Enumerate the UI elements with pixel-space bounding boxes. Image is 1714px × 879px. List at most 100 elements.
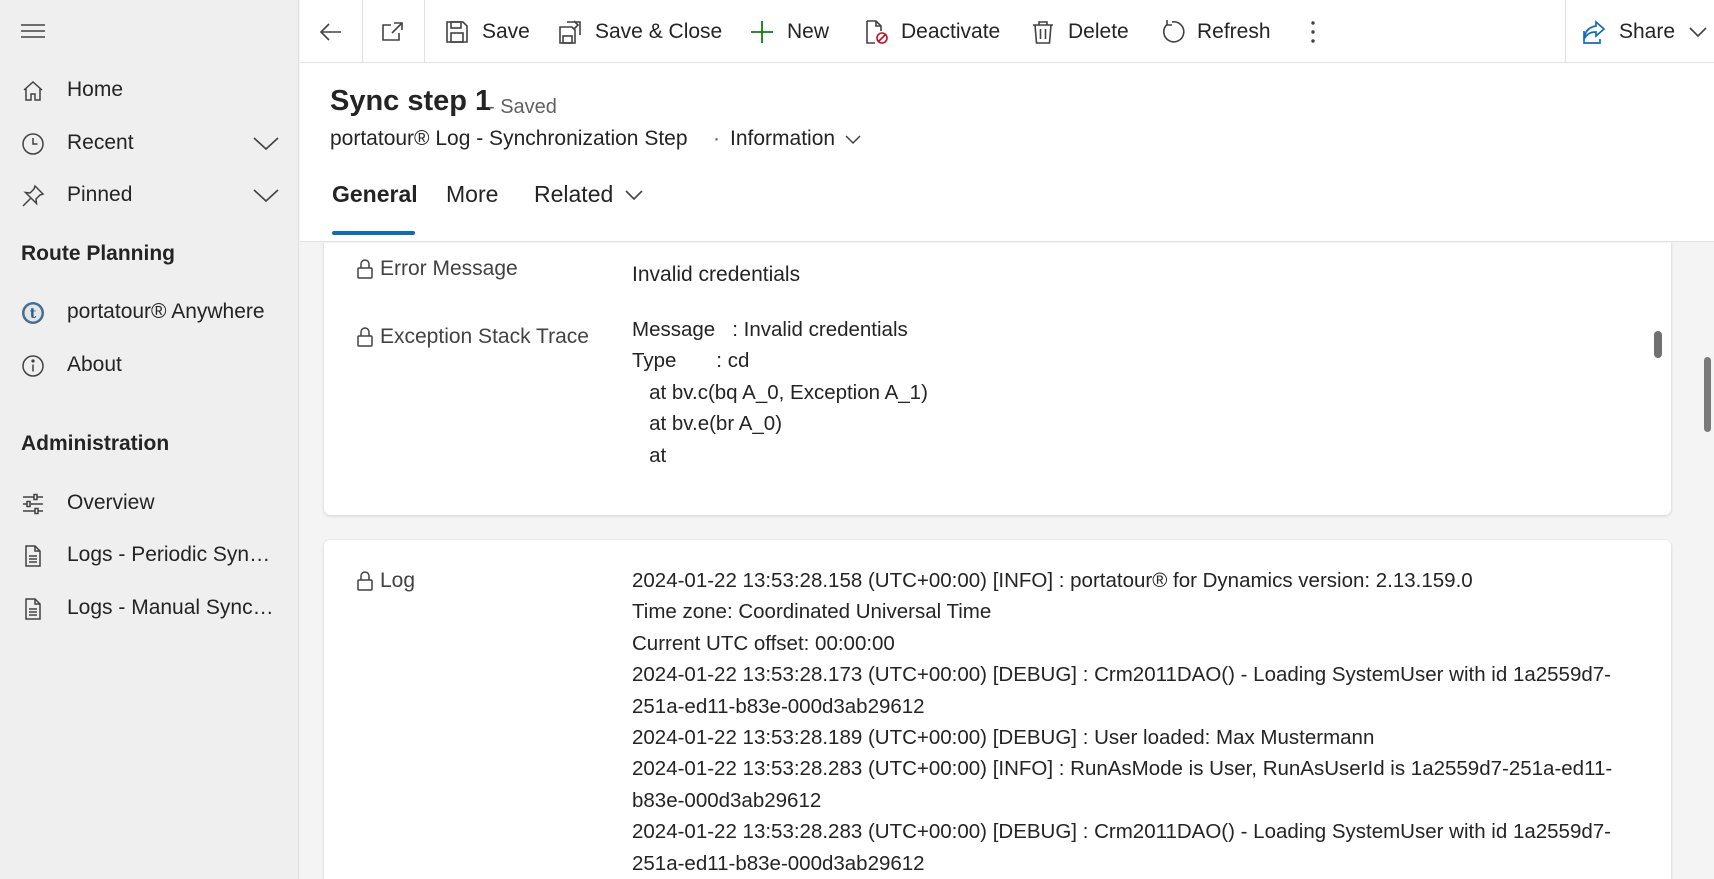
sidebar: Home Recent Pinned Route Planning t port… xyxy=(0,0,299,879)
share-label: Share xyxy=(1619,19,1676,43)
form-selector[interactable]: Information xyxy=(730,127,861,151)
page-scrollbar[interactable] xyxy=(1704,357,1711,432)
stack-trace-scrollbar[interactable] xyxy=(1654,331,1662,358)
save-label: Save xyxy=(482,19,530,43)
delete-label: Delete xyxy=(1068,19,1129,43)
chevron-down-icon[interactable] xyxy=(253,186,279,204)
command-bar: Save Save & Close New Deactivate Delete … xyxy=(300,0,1714,63)
stack-trace-line: Type : cd xyxy=(632,349,750,373)
deactivate-label: Deactivate xyxy=(901,19,1001,43)
header-separator: · xyxy=(713,127,720,150)
sidebar-item-portatour-anywhere[interactable]: t portatour® Anywhere xyxy=(0,289,299,335)
pin-icon xyxy=(21,184,45,208)
open-new-window-icon xyxy=(380,19,406,45)
tab-general[interactable]: General xyxy=(332,181,418,233)
sidebar-item-logs-manual[interactable]: Logs - Manual Synchronization xyxy=(0,585,299,631)
hamburger-menu-icon[interactable] xyxy=(20,18,46,44)
save-button[interactable]: Save xyxy=(444,0,530,63)
document-icon xyxy=(21,597,45,621)
stack-trace-line: Message : Invalid credentials xyxy=(632,318,908,341)
sidebar-item-logs-periodic[interactable]: Logs - Periodic Synchronization xyxy=(0,532,299,578)
log-line: 2024-01-22 13:53:28.173 (UTC+00:00) [DEB… xyxy=(632,663,1611,687)
more-commands-button[interactable] xyxy=(1300,0,1326,63)
share-icon xyxy=(1581,19,1607,45)
plus-icon xyxy=(749,19,775,45)
tab-label: General xyxy=(332,181,418,207)
sidebar-item-label: Overview xyxy=(67,491,155,514)
sidebar-item-label: About xyxy=(67,353,122,376)
toolbar-divider xyxy=(1565,0,1566,63)
field-label-text: Error Message xyxy=(380,257,518,280)
field-label-text: Exception Stack Trace xyxy=(380,325,589,348)
sliders-icon xyxy=(21,492,45,516)
deactivate-button[interactable]: Deactivate xyxy=(863,0,1000,63)
sidebar-item-pinned[interactable]: Pinned xyxy=(0,172,299,218)
deactivate-icon xyxy=(863,19,889,45)
new-button[interactable]: New xyxy=(749,0,829,63)
new-label: New xyxy=(787,19,830,43)
sidebar-item-label: Logs - Manual Synchronization xyxy=(67,596,277,619)
form-content: Error Message Invalid credentials Except… xyxy=(300,243,1714,879)
open-in-new-window-button[interactable] xyxy=(380,0,406,63)
lock-icon xyxy=(356,570,374,592)
log-line: 251a-ed11-b83e-000d3ab29612 xyxy=(632,694,925,718)
sidebar-item-home[interactable]: Home xyxy=(0,67,299,113)
arrow-left-icon xyxy=(318,19,344,45)
info-icon xyxy=(21,354,45,378)
chevron-down-icon[interactable] xyxy=(1689,26,1707,38)
active-tab-indicator xyxy=(332,231,415,235)
chevron-down-icon[interactable] xyxy=(253,134,279,152)
save-close-icon xyxy=(557,19,583,45)
stack-trace-line: at bv.c(bq A_0, Exception A_1) xyxy=(632,380,928,404)
exception-stack-trace-label: Exception Stack Trace xyxy=(356,325,589,349)
sidebar-section-title: Administration xyxy=(21,432,170,455)
toolbar-divider xyxy=(362,0,363,63)
log-line: Current UTC offset: 00:00:00 xyxy=(632,631,895,655)
home-icon xyxy=(21,79,45,103)
share-button[interactable]: Share xyxy=(1581,0,1707,63)
refresh-icon xyxy=(1159,19,1185,45)
form-selector-label: Information xyxy=(730,127,836,150)
sidebar-item-label: Recent xyxy=(67,131,134,154)
sidebar-item-recent[interactable]: Recent xyxy=(0,120,299,166)
document-icon xyxy=(21,544,45,568)
exception-stack-trace-value[interactable]: Message : Invalid credentials Type : cd … xyxy=(632,314,928,471)
refresh-button[interactable]: Refresh xyxy=(1159,0,1271,63)
chevron-down-icon xyxy=(835,134,861,145)
sidebar-item-overview[interactable]: Overview xyxy=(0,480,299,526)
log-line: 2024-01-22 13:53:28.283 (UTC+00:00) [INF… xyxy=(632,757,1613,781)
delete-button[interactable]: Delete xyxy=(1030,0,1129,63)
sidebar-item-about[interactable]: About xyxy=(0,342,299,388)
chevron-down-icon xyxy=(625,189,643,201)
sidebar-item-label: Pinned xyxy=(67,183,133,206)
save-status: - Saved xyxy=(488,96,557,118)
sidebar-section-title: Route Planning xyxy=(21,242,175,265)
sidebar-item-label: Logs - Periodic Synchronization xyxy=(67,543,277,566)
back-button[interactable] xyxy=(318,0,344,63)
log-label: Log xyxy=(356,569,415,593)
tab-more[interactable]: More xyxy=(446,181,498,233)
trash-icon xyxy=(1030,19,1056,45)
refresh-label: Refresh xyxy=(1197,19,1271,43)
log-line: 2024-01-22 13:53:28.158 (UTC+00:00) [INF… xyxy=(632,569,1473,592)
record-header: Sync step 1 - Saved portatour® Log - Syn… xyxy=(300,63,1714,242)
svg-text:t: t xyxy=(30,306,37,322)
log-section: Log 2024-01-22 13:53:28.158 (UTC+00:00) … xyxy=(324,540,1671,879)
sidebar-item-label: Home xyxy=(67,78,124,101)
error-section: Error Message Invalid credentials Except… xyxy=(324,243,1671,515)
tab-related[interactable]: Related xyxy=(534,181,643,233)
error-message-value[interactable]: Invalid credentials xyxy=(632,263,800,287)
save-icon xyxy=(444,19,470,45)
tab-label: More xyxy=(446,181,499,207)
save-and-close-button[interactable]: Save & Close xyxy=(557,0,722,63)
log-value[interactable]: 2024-01-22 13:53:28.158 (UTC+00:00) [INF… xyxy=(632,565,1612,879)
portatour-logo-icon: t xyxy=(21,301,45,325)
toolbar-divider xyxy=(424,0,425,63)
sidebar-item-label: portatour® Anywhere xyxy=(67,300,265,323)
lock-icon xyxy=(356,326,374,348)
error-message-label: Error Message xyxy=(356,257,518,281)
field-label-text: Log xyxy=(380,569,416,592)
entity-name: portatour® Log - Synchronization Step xyxy=(330,127,688,150)
log-line: Time zone: Coordinated Universal Time xyxy=(632,600,992,624)
stack-trace-line: at bv.e(br A_0) xyxy=(632,412,783,436)
